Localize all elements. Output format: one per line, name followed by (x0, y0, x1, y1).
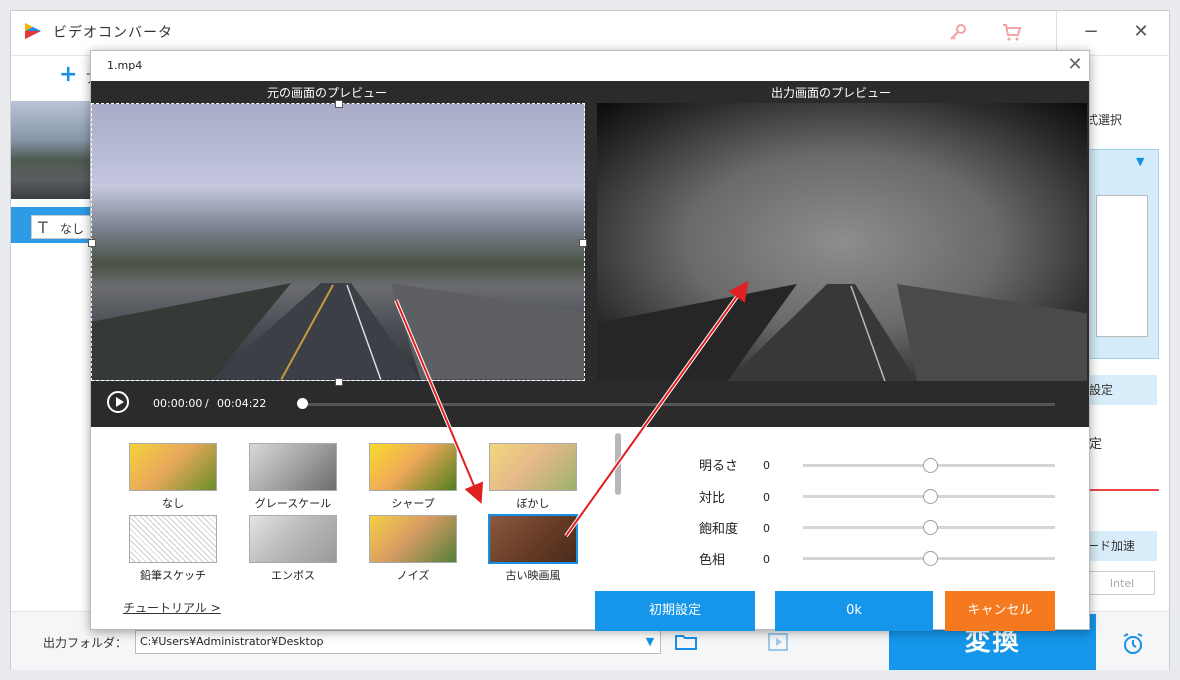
alarm-icon[interactable] (1121, 632, 1145, 656)
contrast-value: 0 (763, 491, 770, 504)
filter-thumbnail (369, 515, 457, 563)
filter-thumbnail (249, 515, 337, 563)
device-image (1096, 195, 1148, 337)
time-total: 00:04:22 (217, 397, 267, 410)
source-preview[interactable] (91, 103, 585, 381)
filter-label: 鉛筆スケッチ (140, 569, 206, 582)
hue-handle[interactable] (923, 551, 938, 566)
filter-dialog: 1.mp4 ✕ 元の画面のプレビュー 出力画面のプレビュー 00:00:00 /… (88, 50, 1090, 631)
brightness-label: 明るさ (699, 459, 739, 474)
settings-button[interactable]: 設定 (1081, 375, 1157, 405)
video-thumbnail[interactable] (11, 101, 91, 199)
contrast-handle[interactable] (923, 489, 938, 504)
play-icon[interactable] (107, 391, 129, 413)
add-file-icon[interactable]: + (59, 62, 77, 87)
filter-label: シャープ (391, 497, 435, 510)
reset-button[interactable]: 初期設定 (595, 591, 755, 631)
filter-scrollbar[interactable] (615, 433, 621, 495)
cart-icon[interactable] (1001, 21, 1023, 43)
time-current: 00:00:00 (153, 397, 203, 410)
source-preview-label: 元の画面のプレビュー (267, 86, 388, 100)
filter-thumbnail (129, 443, 217, 491)
filter-label: なし (162, 497, 184, 510)
title-bar: ビデオコンバータ − ✕ (11, 11, 1169, 55)
subtitle-selector[interactable]: T なし (31, 215, 91, 239)
quality-slider[interactable] (1089, 489, 1159, 491)
filter-thumbnail (489, 443, 577, 491)
saturation-handle[interactable] (923, 520, 938, 535)
road-scene (597, 283, 1087, 381)
filter-label: 古い映画風 (505, 569, 561, 582)
format-select-label: 式選択 (1086, 113, 1123, 127)
close-icon[interactable]: ✕ (1127, 19, 1155, 45)
text-icon: T (38, 218, 48, 237)
filter-label: エンボス (271, 569, 315, 582)
filter-thumbnail (369, 443, 457, 491)
filter-label: グレースケール (254, 497, 332, 510)
tutorial-link[interactable]: チュートリアル > (123, 599, 221, 616)
output-folder-input[interactable]: C:¥Users¥Administrator¥Desktop (135, 630, 661, 654)
subtitle-selector-label: なし (60, 222, 85, 236)
folder-icon[interactable] (675, 634, 697, 650)
filter-thumbnail (488, 514, 578, 564)
output-preview (597, 103, 1087, 381)
contrast-label: 対比 (699, 491, 726, 506)
ok-button[interactable]: 0k (775, 591, 933, 631)
app-logo-icon (25, 23, 41, 39)
road-scene (92, 283, 584, 380)
crop-handle[interactable] (335, 100, 343, 108)
intel-option[interactable]: Intel (1089, 571, 1155, 595)
title-divider (1056, 11, 1057, 55)
output-preview-label: 出力画面のプレビュー (771, 86, 892, 100)
key-icon[interactable] (947, 21, 969, 43)
hardware-accel-button[interactable]: ード加速 (1081, 531, 1157, 561)
chevron-down-icon[interactable]: ▼ (1136, 155, 1144, 168)
crop-handle[interactable] (579, 239, 587, 247)
saturation-value: 0 (763, 522, 770, 535)
time-separator: / (205, 397, 209, 410)
crop-handle[interactable] (335, 378, 343, 386)
seek-handle[interactable] (297, 398, 308, 409)
crop-handle[interactable] (88, 239, 96, 247)
dialog-title: 1.mp4 (107, 59, 143, 72)
brightness-value: 0 (763, 459, 770, 472)
hue-value: 0 (763, 553, 770, 566)
output-folder-label: 出力フォルダ： (43, 636, 128, 650)
saturation-label: 飽和度 (699, 522, 739, 537)
seek-bar[interactable] (303, 403, 1055, 406)
media-icon[interactable] (767, 632, 789, 652)
close-icon[interactable]: ✕ (1065, 55, 1085, 75)
brightness-handle[interactable] (923, 458, 938, 473)
cancel-button[interactable]: キャンセル (945, 591, 1055, 631)
filter-thumbnail (129, 515, 217, 563)
chevron-down-icon[interactable]: ▼ (639, 630, 661, 654)
preview-area: 元の画面のプレビュー 出力画面のプレビュー 00:00:00 / 00:04:2… (88, 81, 1089, 427)
settings-section-label: 定 (1089, 437, 1103, 452)
filter-thumbnail (249, 443, 337, 491)
hue-label: 色相 (699, 553, 726, 568)
app-title: ビデオコンバータ (53, 25, 173, 41)
filter-label: ノイズ (396, 569, 430, 582)
filter-label: ぼかし (516, 497, 550, 510)
minimize-icon[interactable]: − (1077, 19, 1105, 45)
